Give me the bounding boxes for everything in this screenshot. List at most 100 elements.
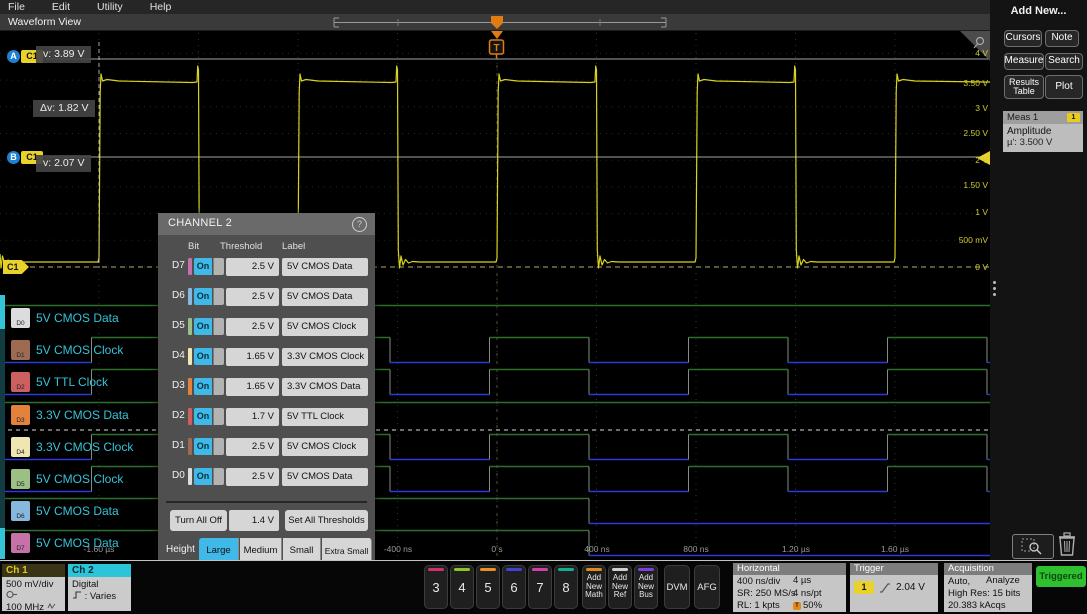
all-threshold-field[interactable]: 1.4 V (229, 510, 279, 531)
d3-threshold-field[interactable]: 1.65 V (226, 378, 279, 396)
add-new-plot-button[interactable]: Plot (1045, 75, 1083, 99)
channel2-mode: Digital (68, 577, 131, 590)
acquisition-panel[interactable]: Acquisition Auto, Analyze High Res: 15 b… (944, 563, 1032, 612)
d0-threshold-field[interactable]: 2.5 V (226, 468, 279, 486)
channel-6-button[interactable]: 6 (502, 565, 526, 609)
add-new-bus-button[interactable]: Add New Bus (634, 565, 658, 609)
add-new-math-color-stripe (586, 568, 602, 571)
d1-threshold-field[interactable]: 2.5 V (226, 438, 279, 456)
d5-on-toggle[interactable]: On (194, 318, 212, 335)
menu-item-utility[interactable]: Utility (97, 1, 123, 13)
menu-item-help[interactable]: Help (150, 1, 172, 13)
d2-label-field[interactable]: 5V TTL Clock (282, 408, 368, 426)
column-header-label: Label (282, 241, 305, 252)
d1-toggle-knob[interactable] (213, 438, 224, 455)
d2-on-toggle[interactable]: On (194, 408, 212, 425)
column-header-bit: Bit (188, 241, 199, 252)
d4-toggle-knob[interactable] (213, 348, 224, 365)
d4-on-toggle[interactable]: On (194, 348, 212, 365)
d7-toggle-knob[interactable] (213, 258, 224, 275)
d1-label-field[interactable]: 5V CMOS Clock (282, 438, 368, 456)
add-new-heading: Add New... (990, 5, 1087, 17)
d6-threshold-field[interactable]: 2.5 V (226, 288, 279, 306)
horizontal-title: Horizontal (733, 563, 846, 575)
d5-threshold-field[interactable]: 2.5 V (226, 318, 279, 336)
channel-5-button[interactable]: 5 (476, 565, 500, 609)
dialog-row-d0: D0 On 2.5 V5V CMOS Data (158, 463, 375, 491)
meas1-title: Meas 1 (1007, 112, 1038, 123)
probe-icon (2, 590, 65, 602)
add-new-note-button[interactable]: Note (1045, 30, 1079, 47)
add-new-measure-button[interactable]: Measure (1004, 53, 1044, 70)
d4-label-field[interactable]: 3.3V CMOS Clock (282, 348, 368, 366)
measurement-badge-meas1[interactable]: Meas 1 1 Amplitude µ': 3.500 V (1003, 111, 1083, 152)
afg-button[interactable]: AFG (694, 565, 720, 609)
add-new-ref-color-stripe (612, 568, 628, 571)
menu-item-file[interactable]: File (8, 1, 25, 13)
channel1-badge[interactable]: Ch 1 500 mV/div 100 MHz (2, 564, 65, 611)
right-sidebar: Add New... CursorsNoteMeasureSearchResul… (990, 0, 1087, 560)
tab-waveform-view[interactable]: Waveform View (8, 16, 81, 28)
dialog-row-d5: D5On2.5 V5V CMOS Clock (158, 313, 375, 341)
trash-icon (1056, 531, 1078, 558)
meas1-value: µ': 3.500 V (1007, 137, 1079, 148)
horizontal-panel[interactable]: Horizontal 400 ns/div4 µsSR: 250 MS/s4 n… (733, 563, 846, 612)
d3-bit-label: D3 (172, 380, 185, 391)
d5-toggle-knob[interactable] (213, 318, 224, 335)
d3-on-toggle[interactable]: On (194, 378, 212, 395)
channel-8-color-stripe (558, 568, 574, 571)
d7-on-toggle[interactable]: On (194, 258, 212, 275)
trigger-panel[interactable]: Trigger 1 2.04 V (850, 563, 938, 612)
trigger-status-indicator: Triggered (1036, 566, 1086, 587)
add-new-bus-color-stripe (638, 568, 654, 571)
help-icon[interactable]: ? (352, 217, 367, 232)
add-new-cursors-button[interactable]: Cursors (1004, 30, 1042, 47)
d2-threshold-field[interactable]: 1.7 V (226, 408, 279, 426)
d6-label-field[interactable]: 5V CMOS Data (282, 288, 368, 306)
trigger-source-badge: 1 (854, 581, 874, 594)
d1-bit-label: D1 (172, 440, 185, 451)
channel2-badge[interactable]: Ch 2 Digital : Varies (68, 564, 131, 611)
d6-on-toggle[interactable]: On (194, 288, 212, 305)
d1-on-toggle[interactable]: On (194, 438, 212, 455)
view-tab-bar: Waveform View (0, 14, 1087, 31)
channel-7-button[interactable]: 7 (528, 565, 552, 609)
trash-button[interactable] (1056, 531, 1078, 563)
d1-color-chip (188, 438, 192, 455)
d4-threshold-field[interactable]: 1.65 V (226, 348, 279, 366)
expansion-point-icon: T (793, 602, 801, 610)
d5-label-field[interactable]: 5V CMOS Clock (282, 318, 368, 336)
d2-toggle-knob[interactable] (213, 408, 224, 425)
dvm-button[interactable]: DVM (664, 565, 690, 609)
add-new-math-button[interactable]: Add New Math (582, 565, 606, 609)
d3-label-field[interactable]: 3.3V CMOS Data (282, 378, 368, 396)
acquisition-title: Acquisition (944, 563, 1032, 575)
channel-8-button[interactable]: 8 (554, 565, 578, 609)
acquisition-overview-bar[interactable] (330, 14, 670, 31)
channel-4-button[interactable]: 4 (450, 565, 474, 609)
trigger-level: 2.04 V (896, 582, 925, 593)
turn-all-off-button[interactable]: Turn All Off (170, 510, 227, 531)
dialog-header[interactable]: CHANNEL 2 ? (158, 213, 375, 235)
d0-label-field[interactable]: 5V CMOS Data (282, 468, 368, 486)
menu-item-edit[interactable]: Edit (52, 1, 70, 13)
d0-on-toggle[interactable]: On (194, 468, 212, 485)
d7-label-field[interactable]: 5V CMOS Data (282, 258, 368, 276)
waveform-plot[interactable]: T (0, 31, 990, 560)
add-new-ref-button[interactable]: Add New Ref (608, 565, 632, 609)
d0-toggle-knob[interactable] (213, 468, 224, 485)
d3-toggle-knob[interactable] (213, 378, 224, 395)
add-new-search-button[interactable]: Search (1045, 53, 1083, 70)
d7-threshold-field[interactable]: 2.5 V (226, 258, 279, 276)
panel-divider-handle[interactable] (993, 281, 996, 296)
add-new-results-table-button[interactable]: Results Table (1004, 75, 1044, 99)
zoom-box-button[interactable] (1012, 534, 1054, 559)
dialog-row-d7: D7On2.5 V5V CMOS Data (158, 253, 375, 281)
dialog-row-d4: D4On1.65 V3.3V CMOS Clock (158, 343, 375, 371)
d6-color-chip (188, 288, 192, 305)
dialog-separator (166, 501, 367, 503)
d0-bit-label: D0 (172, 470, 185, 481)
set-all-thresholds-button[interactable]: Set All Thresholds (285, 510, 368, 531)
channel-3-button[interactable]: 3 (424, 565, 448, 609)
d6-toggle-knob[interactable] (213, 288, 224, 305)
